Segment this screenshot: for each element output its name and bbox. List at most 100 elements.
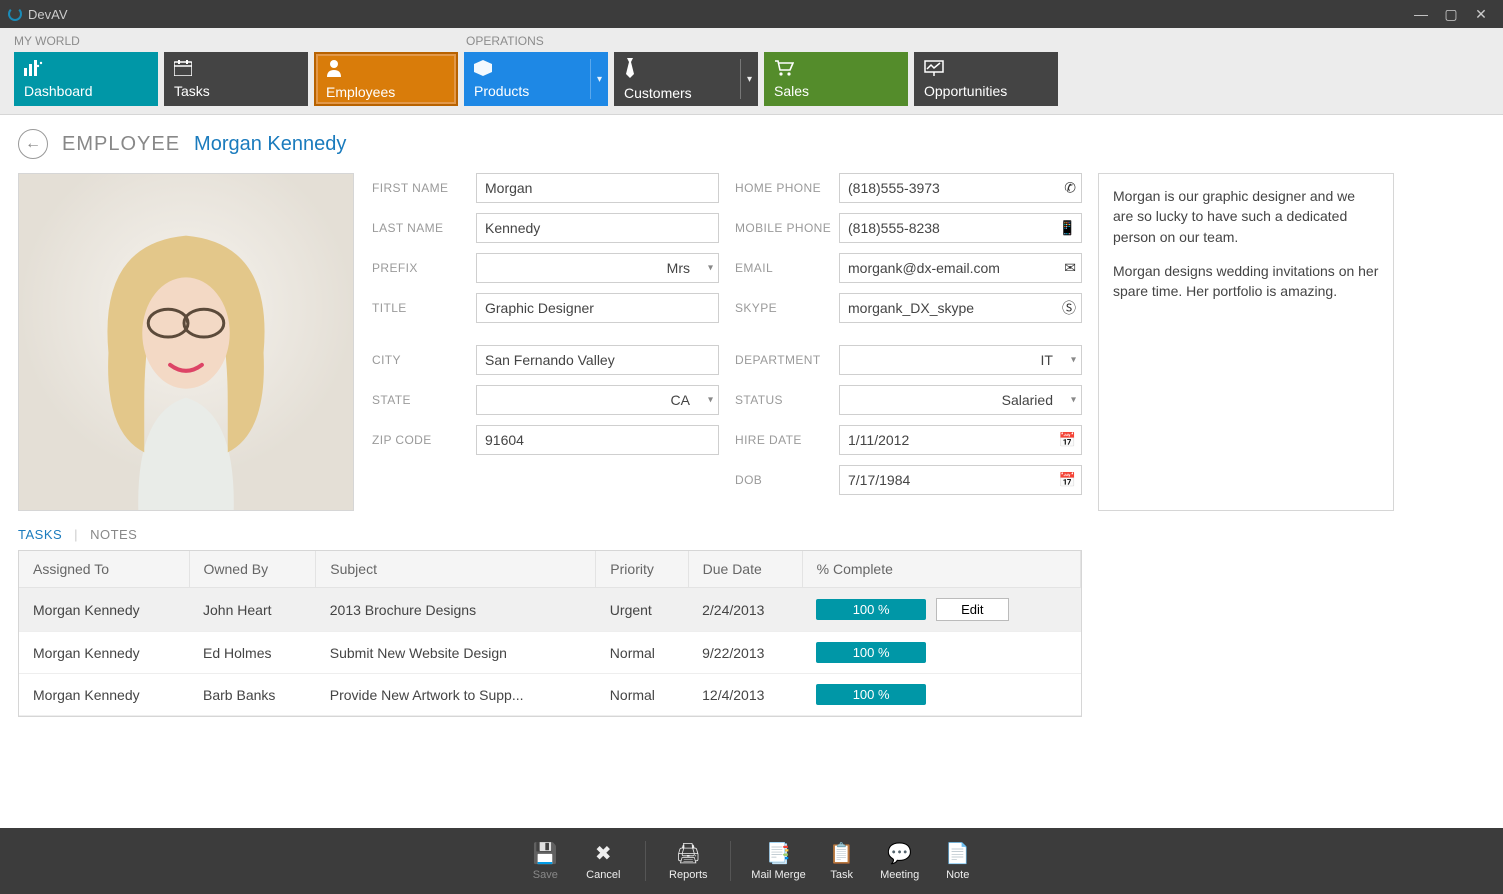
tile-employees[interactable]: Employees	[314, 52, 458, 106]
table-cell: Morgan Kennedy	[19, 588, 189, 632]
meeting-button[interactable]: 💬 Meeting	[878, 841, 922, 881]
last-name-field[interactable]	[476, 213, 719, 243]
page-crumb: EMPLOYEE	[62, 133, 180, 156]
tile-dashboard[interactable]: Dashboard	[14, 52, 158, 106]
table-cell: Ed Holmes	[189, 632, 316, 674]
table-cell: Submit New Website Design	[316, 632, 596, 674]
tile-tasks-label: Tasks	[174, 83, 298, 99]
label-hire-date: HIRE DATE	[735, 433, 839, 447]
save-icon: 💾	[533, 841, 558, 866]
table-cell: Barb Banks	[189, 674, 316, 716]
tie-icon	[624, 58, 748, 81]
tile-opportunities[interactable]: Opportunities	[914, 52, 1058, 106]
col-due-date[interactable]: Due Date	[688, 551, 802, 588]
tile-tasks[interactable]: Tasks	[164, 52, 308, 106]
notes-paragraph: Morgan is our graphic designer and we ar…	[1113, 186, 1379, 247]
reports-button[interactable]: 🖨 Reports	[666, 841, 710, 881]
table-cell: 9/22/2013	[688, 632, 802, 674]
label-state: STATE	[372, 393, 476, 407]
department-select[interactable]	[839, 345, 1082, 375]
tile-dashboard-label: Dashboard	[24, 83, 148, 99]
email-field[interactable]	[839, 253, 1082, 283]
table-row[interactable]: Morgan KennedyJohn Heart2013 Brochure De…	[19, 588, 1081, 632]
tile-products[interactable]: Products	[464, 52, 608, 106]
cancel-button[interactable]: ✖ Cancel	[581, 841, 625, 881]
label-prefix: PREFIX	[372, 261, 476, 275]
table-cell: Morgan Kennedy	[19, 632, 189, 674]
table-cell: John Heart	[189, 588, 316, 632]
save-button[interactable]: 💾 Save	[523, 841, 567, 881]
hire-date-field[interactable]	[839, 425, 1082, 455]
person-icon	[326, 59, 446, 80]
title-field[interactable]	[476, 293, 719, 323]
table-cell: Normal	[596, 674, 688, 716]
label-dob: DOB	[735, 473, 839, 487]
tab-notes[interactable]: NOTES	[90, 527, 137, 542]
table-row[interactable]: Morgan KennedyBarb BanksProvide New Artw…	[19, 674, 1081, 716]
page-title: Morgan Kennedy	[194, 133, 346, 156]
prefix-select[interactable]	[476, 253, 719, 283]
label-status: STATUS	[735, 393, 839, 407]
table-cell: 2/24/2013	[688, 588, 802, 632]
pct-badge: 100 %	[816, 642, 926, 663]
skype-field[interactable]	[839, 293, 1082, 323]
table-row[interactable]: Morgan KennedyEd HolmesSubmit New Websit…	[19, 632, 1081, 674]
presentation-icon	[924, 60, 1048, 79]
tile-opportunities-label: Opportunities	[924, 83, 1048, 99]
table-cell: Provide New Artwork to Supp...	[316, 674, 596, 716]
tile-sales-label: Sales	[774, 83, 898, 99]
label-department: DEPARTMENT	[735, 353, 839, 367]
titlebar: DevAV — ▢ ✕	[0, 0, 1503, 28]
app-logo	[8, 7, 22, 21]
notes-paragraph: Morgan designs wedding invitations on he…	[1113, 261, 1379, 302]
status-select[interactable]	[839, 385, 1082, 415]
label-mobile-phone: MOBILE PHONE	[735, 221, 839, 235]
ribbon: MY WORLD OPERATIONS Dashboard Tasks Empl…	[0, 28, 1503, 115]
chat-icon: 💬	[887, 841, 912, 866]
window-minimize-button[interactable]: —	[1407, 2, 1435, 26]
label-title: TITLE	[372, 301, 476, 315]
pct-cell: 100 %Edit	[802, 588, 1080, 632]
close-icon: ✖	[595, 841, 612, 866]
window-maximize-button[interactable]: ▢	[1437, 2, 1465, 26]
label-zip: ZIP CODE	[372, 433, 476, 447]
table-cell: 12/4/2013	[688, 674, 802, 716]
task-button[interactable]: 📋 Task	[820, 841, 864, 881]
cart-icon	[774, 60, 898, 79]
table-cell: 2013 Brochure Designs	[316, 588, 596, 632]
col-pct-complete[interactable]: % Complete	[802, 551, 1080, 588]
note-button[interactable]: 📄 Note	[936, 841, 980, 881]
back-button[interactable]: ←	[18, 129, 48, 159]
mail-merge-button[interactable]: 📑 Mail Merge	[751, 841, 805, 881]
col-subject[interactable]: Subject	[316, 551, 596, 588]
label-email: EMAIL	[735, 261, 839, 275]
zip-field[interactable]	[476, 425, 719, 455]
app-title: DevAV	[28, 7, 68, 22]
label-first-name: FIRST NAME	[372, 181, 476, 195]
tile-sales[interactable]: Sales	[764, 52, 908, 106]
label-last-name: LAST NAME	[372, 221, 476, 235]
bottombar: 💾 Save ✖ Cancel 🖨 Reports 📑 Mail Merge 📋…	[0, 828, 1503, 894]
window-close-button[interactable]: ✕	[1467, 2, 1495, 26]
col-assigned-to[interactable]: Assigned To	[19, 551, 189, 588]
dob-field[interactable]	[839, 465, 1082, 495]
tile-customers-label: Customers	[624, 85, 748, 101]
tab-tasks[interactable]: TASKS	[18, 527, 62, 542]
pct-cell: 100 %	[802, 632, 1080, 674]
city-field[interactable]	[476, 345, 719, 375]
label-home-phone: HOME PHONE	[735, 181, 839, 195]
table-cell: Morgan Kennedy	[19, 674, 189, 716]
mobile-phone-field[interactable]	[839, 213, 1082, 243]
home-phone-field[interactable]	[839, 173, 1082, 203]
employee-photo	[18, 173, 354, 511]
table-cell: Urgent	[596, 588, 688, 632]
state-select[interactable]	[476, 385, 719, 415]
edit-button[interactable]: Edit	[936, 598, 1008, 621]
col-priority[interactable]: Priority	[596, 551, 688, 588]
tasks-grid: Assigned To Owned By Subject Priority Du…	[18, 550, 1082, 717]
first-name-field[interactable]	[476, 173, 719, 203]
tile-customers[interactable]: Customers	[614, 52, 758, 106]
label-skype: SKYPE	[735, 301, 839, 315]
note-icon: 📄	[945, 841, 970, 866]
col-owned-by[interactable]: Owned By	[189, 551, 316, 588]
